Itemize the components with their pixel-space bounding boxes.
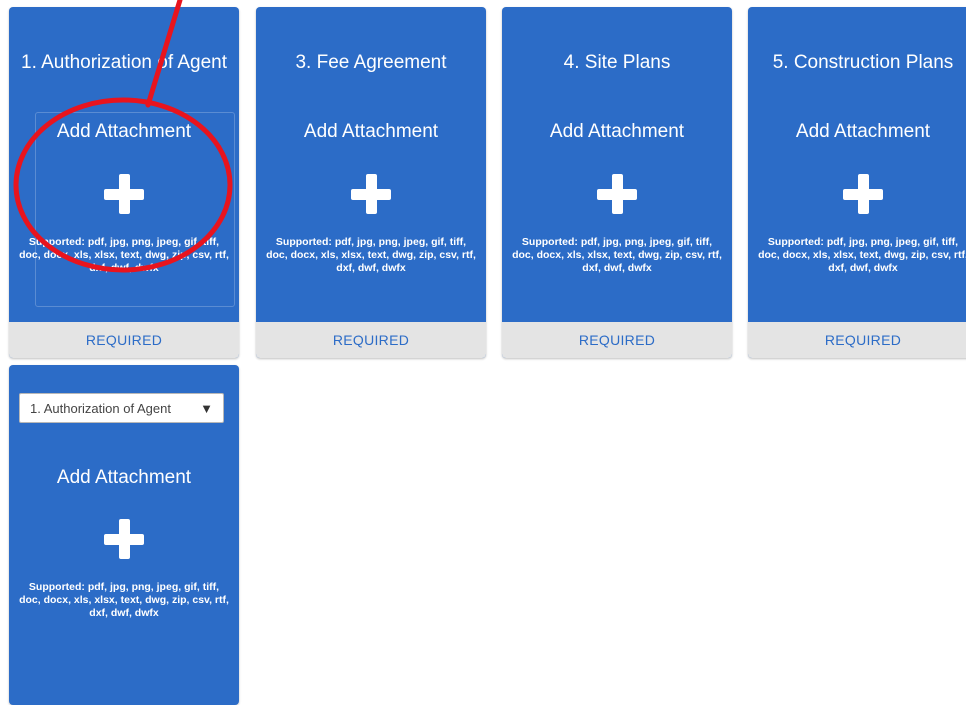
triangle-down-icon[interactable]: ▼ [200,401,213,417]
card-body[interactable]: 1. Authorization of Agent ▼ Add Attachme… [9,365,239,705]
attachment-card-new: 1. Authorization of Agent ▼ Add Attachme… [9,365,239,705]
plus-icon[interactable] [351,174,391,214]
plus-icon[interactable] [843,174,883,214]
add-attachment-label[interactable]: Add Attachment [502,120,732,144]
plus-icon[interactable] [597,174,637,214]
card-title: 1. Authorization of Agent [21,52,227,73]
supported-formats-text: Supported: pdf, jpg, png, jpeg, gif, tif… [758,236,966,274]
card-title: 4. Site Plans [563,52,671,73]
add-attachment-label[interactable]: Add Attachment [9,466,239,490]
required-status: REQUIRED [502,322,732,358]
card-body[interactable]: 3. Fee Agreement Add Attachment Supporte… [256,7,486,322]
required-status: REQUIRED [9,322,239,358]
add-attachment-label[interactable]: Add Attachment [256,120,486,144]
attachment-card-fee-agreement: 3. Fee Agreement Add Attachment Supporte… [256,7,486,358]
card-body[interactable]: 1. Authorization of Agent Add Attachment… [9,7,239,322]
supported-formats-text: Supported: pdf, jpg, png, jpeg, gif, tif… [19,236,229,274]
attachment-card-construction-plans: 5. Construction Plans Add Attachment Sup… [748,7,966,358]
card-title: 3. Fee Agreement [295,52,447,73]
select-value: 1. Authorization of Agent [30,401,171,416]
required-status: REQUIRED [256,322,486,358]
attachment-card-site-plans: 4. Site Plans Add Attachment Supported: … [502,7,732,358]
document-type-select[interactable]: 1. Authorization of Agent ▼ [19,393,224,423]
supported-formats-text: Supported: pdf, jpg, png, jpeg, gif, tif… [512,236,722,274]
card-body[interactable]: 5. Construction Plans Add Attachment Sup… [748,7,966,322]
required-status: REQUIRED [748,322,966,358]
attachment-card-authorization: 1. Authorization of Agent Add Attachment… [9,7,239,358]
supported-formats-text: Supported: pdf, jpg, png, jpeg, gif, tif… [19,581,229,619]
plus-icon[interactable] [104,174,144,214]
plus-icon[interactable] [104,519,144,559]
card-body[interactable]: 4. Site Plans Add Attachment Supported: … [502,7,732,322]
supported-formats-text: Supported: pdf, jpg, png, jpeg, gif, tif… [266,236,476,274]
card-title: 5. Construction Plans [772,52,954,73]
add-attachment-label[interactable]: Add Attachment [748,120,966,144]
add-attachment-label[interactable]: Add Attachment [9,120,239,144]
